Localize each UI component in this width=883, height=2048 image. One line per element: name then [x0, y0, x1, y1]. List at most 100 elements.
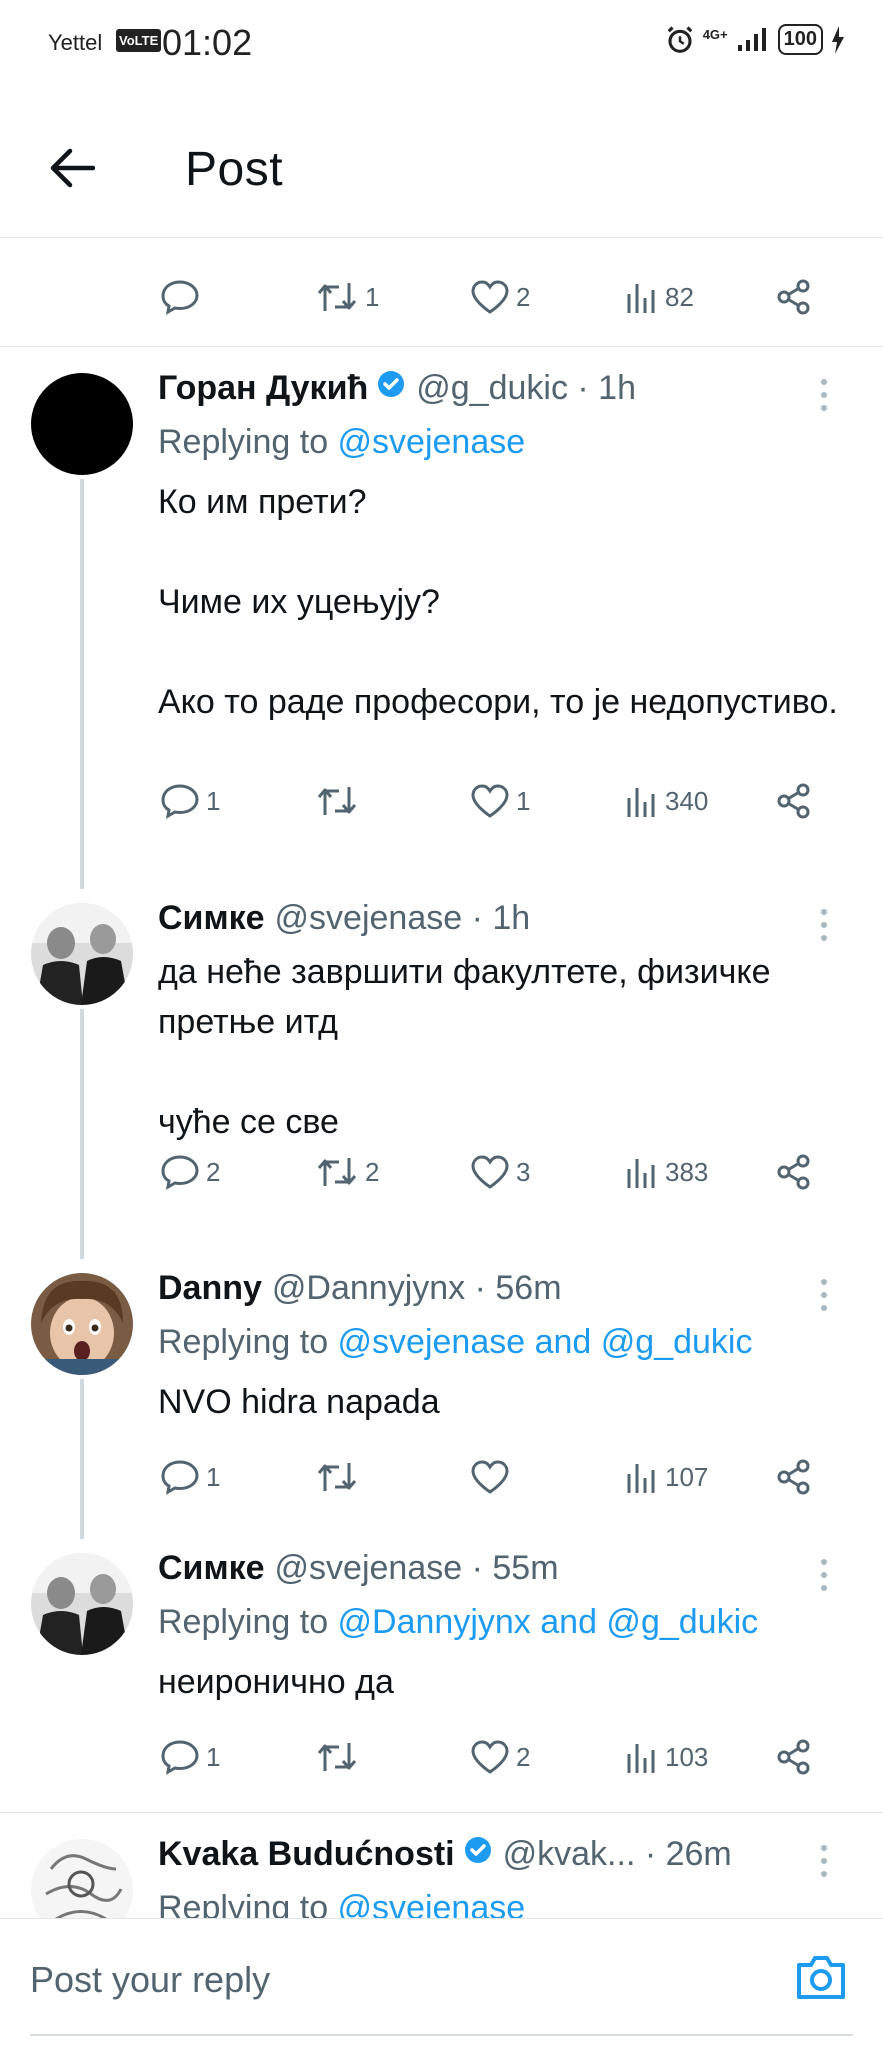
- author-name[interactable]: Kvaka Budućnosti: [158, 1835, 455, 1874]
- tweet-item[interactable]: Симке @svejenase · 55m Replying to @Dann…: [0, 1527, 883, 1812]
- views-button[interactable]: 383: [625, 1155, 775, 1189]
- replying-to-link[interactable]: @Dannyjynx and @g_dukic: [338, 1603, 759, 1641]
- view-count: 340: [665, 785, 709, 816]
- dot-icon: [821, 1871, 827, 1877]
- replying-to-link[interactable]: @svejenase: [338, 1889, 526, 1918]
- more-options-button[interactable]: [809, 905, 839, 945]
- view-count: 383: [665, 1156, 709, 1187]
- tweet-header: Kvaka Budućnosti @kvak... · 26m: [158, 1835, 732, 1874]
- comment-icon: [161, 280, 199, 315]
- share-button[interactable]: [775, 782, 813, 820]
- avatar[interactable]: [31, 903, 133, 1005]
- share-button[interactable]: [775, 1458, 813, 1496]
- heart-icon: [471, 1155, 509, 1189]
- more-options-button[interactable]: [809, 375, 839, 415]
- author-name[interactable]: Симке: [158, 899, 265, 938]
- tweet-header: Симке @svejenase · 1h: [158, 899, 530, 938]
- tweet-text: NVO hidra napada: [158, 1383, 440, 1421]
- author-name[interactable]: Danny: [158, 1269, 262, 1308]
- avatar[interactable]: [31, 1553, 133, 1655]
- reply-button[interactable]: 2: [160, 1154, 315, 1190]
- replying-to-link[interactable]: @svejenase and @g_dukic: [338, 1323, 753, 1361]
- views-button[interactable]: 82: [625, 280, 775, 314]
- like-button[interactable]: 1: [470, 783, 625, 819]
- share-icon: [777, 1459, 810, 1495]
- reply-button[interactable]: 1: [160, 1739, 315, 1775]
- reply-input[interactable]: [30, 1959, 730, 2001]
- replying-to-label: Replying to: [158, 423, 338, 461]
- tweet-item[interactable]: Горан Дукић @g_dukic · 1h Replying to @s…: [0, 347, 883, 889]
- share-button[interactable]: [775, 278, 813, 316]
- tweet-text: неиронично да: [158, 1663, 394, 1701]
- avatar[interactable]: [31, 1839, 133, 1918]
- share-icon: [777, 1739, 810, 1775]
- reply-button[interactable]: 1: [160, 1459, 315, 1495]
- reply-button[interactable]: [160, 279, 315, 315]
- avatar[interactable]: [31, 373, 133, 475]
- views-button[interactable]: 107: [625, 1460, 775, 1494]
- share-icon: [777, 783, 810, 819]
- carrier-label: Yettel: [48, 30, 103, 55]
- like-button[interactable]: 3: [470, 1154, 625, 1190]
- tweet-header: Симке @svejenase · 55m: [158, 1549, 559, 1588]
- views-button[interactable]: 340: [625, 784, 775, 818]
- repost-count: 2: [365, 1156, 380, 1187]
- author-handle-time[interactable]: @kvak... · 26m: [503, 1835, 732, 1874]
- author-handle-time[interactable]: @Dannyjynx · 56m: [272, 1269, 562, 1308]
- tweet-actions: 1 107: [160, 1452, 840, 1502]
- author-handle-time[interactable]: @svejenase · 1h: [275, 899, 531, 938]
- heart-icon: [471, 280, 509, 314]
- like-button[interactable]: 2: [470, 1739, 625, 1775]
- camera-button[interactable]: [795, 1953, 847, 2006]
- dot-icon: [821, 1858, 827, 1864]
- network-label: 4G+: [702, 27, 728, 42]
- repost-button[interactable]: [315, 1740, 470, 1774]
- like-count: 2: [516, 1741, 531, 1772]
- charging-icon: [832, 25, 844, 54]
- thread-line: [80, 1009, 84, 1259]
- avatar-photo: [31, 1553, 133, 1655]
- repost-button[interactable]: [315, 784, 470, 818]
- share-button[interactable]: [775, 1153, 813, 1191]
- repost-icon: [317, 787, 357, 815]
- more-options-button[interactable]: [809, 1275, 839, 1315]
- author-name[interactable]: Симке: [158, 1549, 265, 1588]
- more-options-button[interactable]: [809, 1841, 839, 1881]
- share-icon: [777, 279, 810, 315]
- dot-icon: [821, 405, 827, 411]
- view-count: 82: [665, 281, 694, 312]
- author-handle-time[interactable]: @g_dukic · 1h: [416, 369, 636, 408]
- dot-icon: [821, 1585, 827, 1591]
- volte-badge: VoLTE: [116, 29, 162, 52]
- parent-post-actions: 1 2 82: [160, 272, 840, 322]
- share-button[interactable]: [775, 1738, 813, 1776]
- more-options-button[interactable]: [809, 1555, 839, 1595]
- gesture-bar: [30, 2034, 853, 2036]
- author-name[interactable]: Горан Дукић: [158, 369, 368, 408]
- like-button[interactable]: [470, 1459, 625, 1495]
- repost-count: 1: [365, 281, 380, 312]
- like-button[interactable]: 2: [470, 279, 625, 315]
- repost-button[interactable]: [315, 1460, 470, 1494]
- author-handle-time[interactable]: @svejenase · 55m: [275, 1549, 559, 1588]
- replying-to: Replying to @Dannyjynx and @g_dukic: [158, 1603, 758, 1642]
- avatar[interactable]: [31, 1273, 133, 1375]
- camera-icon: [797, 1956, 845, 1999]
- verified-badge-icon: [463, 1835, 493, 1874]
- tweet-item[interactable]: Danny @Dannyjynx · 56m Replying to @svej…: [0, 1247, 883, 1539]
- repost-button[interactable]: 2: [315, 1155, 470, 1189]
- replying-to-link[interactable]: @svejenase: [338, 423, 526, 461]
- tweet-item[interactable]: Kvaka Budućnosti @kvak... · 26m Replying…: [0, 1813, 883, 1918]
- replying-to: Replying to @svejenase and @g_dukic: [158, 1323, 753, 1362]
- back-button[interactable]: [44, 140, 100, 196]
- clock: 01:02: [162, 22, 253, 63]
- reply-button[interactable]: 1: [160, 783, 315, 819]
- views-button[interactable]: 103: [625, 1740, 775, 1774]
- avatar-photo: [31, 1273, 133, 1375]
- reply-count: 1: [206, 785, 221, 816]
- reply-count: 2: [206, 1156, 221, 1187]
- tweet-item[interactable]: Симке @svejenase · 1h да нeће завршити ф…: [0, 877, 883, 1259]
- repost-button[interactable]: 1: [315, 280, 470, 314]
- heart-icon: [471, 1460, 509, 1494]
- heart-icon: [471, 1740, 509, 1774]
